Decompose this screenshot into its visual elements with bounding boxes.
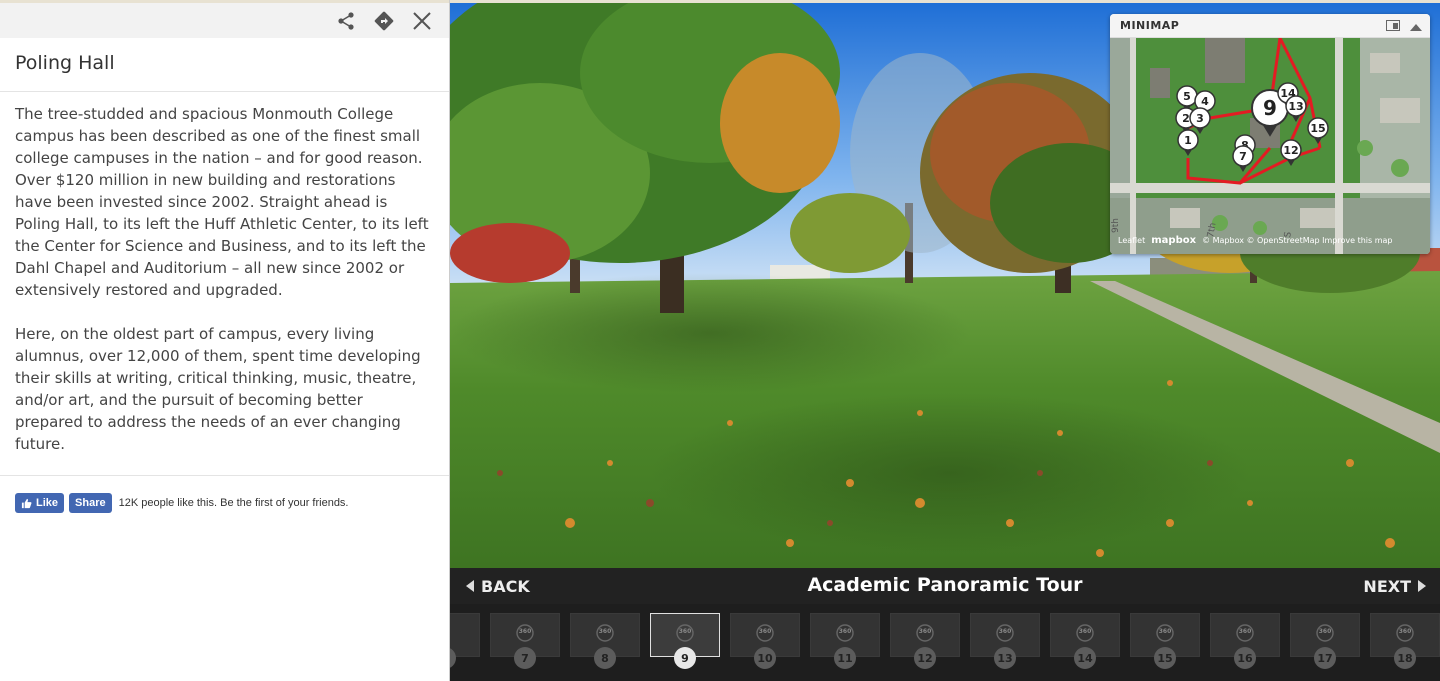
pano-360-icon: 360 <box>1234 622 1256 648</box>
pano-360-icon: 360 <box>754 622 776 648</box>
street-label: 9th <box>1111 218 1121 233</box>
expand-icon[interactable] <box>1386 16 1400 35</box>
map-marker-label: 5 <box>1183 90 1191 103</box>
page-title: Poling Hall <box>0 38 449 92</box>
pano-360-label: 360 <box>1158 628 1172 635</box>
map-marker-label: 15 <box>1310 122 1325 135</box>
stop-number[interactable]: 8 <box>594 647 616 669</box>
pano-360-label: 360 <box>918 628 932 635</box>
collapse-icon[interactable] <box>1410 16 1422 35</box>
next-label: NEXT <box>1363 576 1411 596</box>
pano-360-icon: 360 <box>1154 622 1176 648</box>
pano-360-label: 360 <box>758 628 772 635</box>
pano-360-label: 360 <box>998 628 1012 635</box>
pano-360-label: 360 <box>518 628 532 635</box>
map-marker-label: 1 <box>1184 134 1192 147</box>
leaflet-link[interactable]: Leaflet <box>1118 236 1145 245</box>
map-attribution: Leaflet mapbox © Mapbox © OpenStreetMap … <box>1118 235 1424 246</box>
panel-toolbar <box>0 0 449 38</box>
stop-number[interactable]: 9 <box>674 647 696 669</box>
stop-number[interactable]: 15 <box>1154 647 1176 669</box>
pano-360-label: 360 <box>1318 628 1332 635</box>
stop-number[interactable]: 13 <box>994 647 1016 669</box>
pano-360-label: 360 <box>598 628 612 635</box>
stop-number[interactable]: 17 <box>1314 647 1336 669</box>
facebook-share-button[interactable]: Share <box>69 493 112 513</box>
pano-360-icon: 360 <box>1314 622 1336 648</box>
description-paragraph: The tree-studded and spacious Monmouth C… <box>15 105 429 299</box>
attribution-text[interactable]: © Mapbox © OpenStreetMap Improve this ma… <box>1202 236 1392 245</box>
chevron-left-icon <box>466 580 474 592</box>
map-marker-label: 4 <box>1201 95 1209 108</box>
stop-number[interactable]: 16 <box>1234 647 1256 669</box>
share-label: Share <box>75 497 106 509</box>
info-panel: Poling Hall The tree-studded and spaciou… <box>0 0 450 681</box>
stop-number[interactable]: 18 <box>1394 647 1416 669</box>
mapbox-logo: mapbox <box>1151 235 1197 246</box>
stop-number[interactable]: 11 <box>834 647 856 669</box>
like-label: Like <box>36 497 59 509</box>
map-marker-12[interactable]: 12 <box>1280 139 1302 166</box>
minimap-title: MINIMAP <box>1120 19 1180 32</box>
thumbs-up-icon <box>21 498 32 508</box>
tour-bar: BACK NEXT Academic Panoramic Tour 360 7 36… <box>450 568 1440 681</box>
stop-number[interactable]: 10 <box>754 647 776 669</box>
minimap-header: MINIMAP <box>1110 14 1430 38</box>
tour-thumbnail[interactable] <box>450 613 480 657</box>
share-icon[interactable] <box>333 8 359 34</box>
map-marker-label: 7 <box>1239 150 1247 163</box>
tour-thumbnails: 360 7 360 8 360 9 360 10 360 11 360 12 360 13 360 14 360… <box>450 604 1440 681</box>
stop-number[interactable]: 7 <box>514 647 536 669</box>
map-marker-15[interactable]: 15 <box>1307 117 1329 144</box>
pano-360-label: 360 <box>1078 628 1092 635</box>
map-marker-7[interactable]: 7 <box>1232 145 1254 172</box>
description-paragraph: Here, on the oldest part of campus, ever… <box>15 325 421 453</box>
map-marker-label: 12 <box>1283 144 1298 157</box>
map-marker-1[interactable]: 1 <box>1177 129 1199 156</box>
back-button[interactable]: BACK <box>466 577 530 596</box>
map-marker-label: 2 <box>1182 112 1190 125</box>
stop-number[interactable]: 12 <box>914 647 936 669</box>
pano-360-label: 360 <box>678 628 692 635</box>
map-marker-label: 13 <box>1288 100 1303 113</box>
pano-360-label: 360 <box>838 628 852 635</box>
pano-360-icon: 360 <box>994 622 1016 648</box>
map-marker-label: 9 <box>1263 96 1277 120</box>
chevron-right-icon <box>1418 580 1426 592</box>
back-label: BACK <box>481 576 530 596</box>
pano-360-icon: 360 <box>834 622 856 648</box>
minimap[interactable]: MINIMAP 5 4 2 3 1 9 14 13 15 7 12 9th 7t… <box>1110 14 1430 254</box>
pano-360-icon: 360 <box>674 622 696 648</box>
description: The tree-studded and spacious Monmouth C… <box>0 92 449 476</box>
pano-360-icon: 360 <box>914 622 936 648</box>
pano-360-label: 360 <box>1398 628 1412 635</box>
close-icon[interactable] <box>409 8 435 34</box>
pano-360-label: 360 <box>1238 628 1252 635</box>
map-marker-13[interactable]: 13 <box>1285 95 1307 122</box>
map-marker-3[interactable]: 3 <box>1189 107 1211 134</box>
pano-360-icon: 360 <box>594 622 616 648</box>
next-button[interactable]: NEXT <box>1363 577 1426 596</box>
map-marker-label: 3 <box>1196 112 1204 125</box>
map-markers: 54231914131587129th7thS <box>1111 82 1329 239</box>
pano-360-icon: 360 <box>1394 622 1416 648</box>
pano-360-icon: 360 <box>514 622 536 648</box>
social-text: 12K people like this. Be the first of yo… <box>118 497 349 509</box>
tour-nav: BACK NEXT <box>450 568 1440 604</box>
facebook-widget: Like Share 12K people like this. Be the … <box>0 476 449 530</box>
stop-number[interactable]: 14 <box>1074 647 1096 669</box>
minimap-map[interactable]: 54231914131587129th7thS Leaflet mapbox ©… <box>1110 37 1430 254</box>
directions-icon[interactable] <box>371 8 397 34</box>
pano-360-icon: 360 <box>1074 622 1096 648</box>
facebook-like-button[interactable]: Like <box>15 493 65 513</box>
